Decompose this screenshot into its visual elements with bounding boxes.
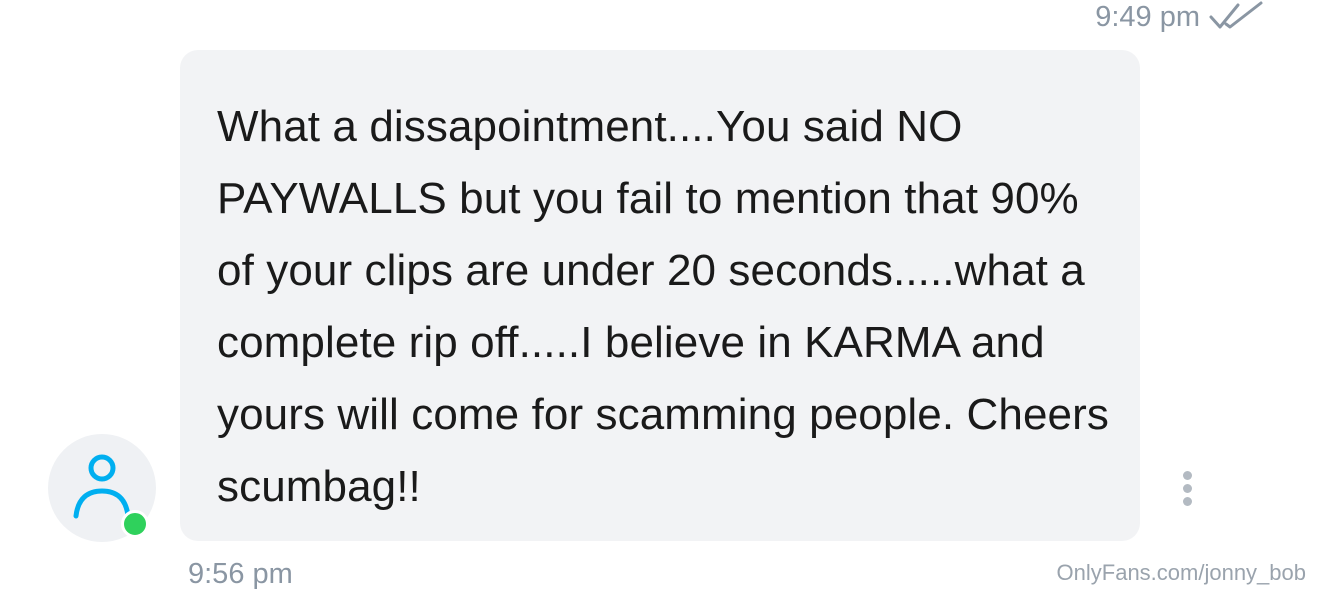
message-text: What a dissapointment....You said NO PAY… [217,102,1109,511]
previous-message-meta: 9:49 pm [1095,0,1264,34]
more-options-button[interactable] [1174,468,1202,510]
watermark: OnlyFans.com/jonny_bob [1056,560,1306,585]
more-vertical-icon-dot [1183,484,1192,493]
more-vertical-icon-dot [1183,497,1192,506]
message-time: 9:56 pm [188,558,293,590]
previous-message-time: 9:49 pm [1095,0,1200,33]
message-bubble: What a dissapointment....You said NO PAY… [180,50,1140,541]
more-vertical-icon [1183,471,1192,480]
double-check-icon [1209,1,1263,29]
user-icon [73,454,131,519]
online-status-dot [121,510,149,538]
